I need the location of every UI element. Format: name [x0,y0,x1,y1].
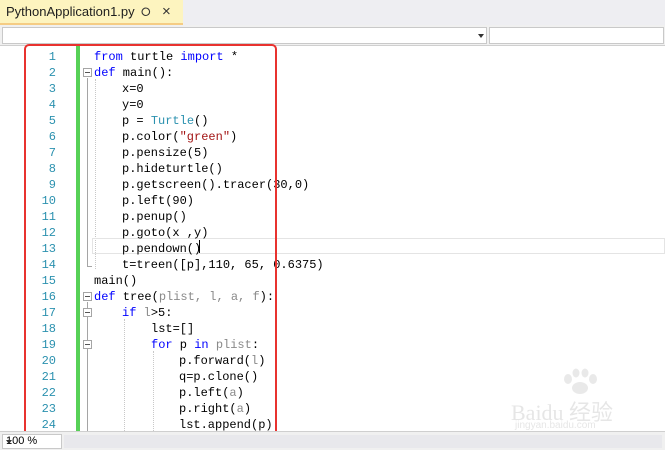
code-line-19: for p in plist: [151,338,260,352]
code-line-11: p.penup() [122,210,187,224]
line-number: 16 [41,290,56,304]
line-number: 2 [48,66,56,80]
line-number: 17 [41,306,56,320]
code-line-12: p.goto(x ,y) [122,226,209,240]
parameter-token: plist, l, a, f [158,290,260,304]
line-number: 12 [41,226,56,240]
line-number: 21 [41,370,56,384]
line-number: 18 [41,322,56,336]
line-number: 19 [41,338,56,352]
keyword-token: if [122,306,137,320]
code-line-18: lst=[] [151,322,195,336]
line-number: 3 [48,82,56,96]
line-number: 5 [48,114,56,128]
outline-line [87,302,88,431]
code-line-14: t=treen([p],110, 65, 0.6375) [122,258,324,272]
line-number: 10 [41,194,56,208]
pin-icon[interactable]: ⭘ [141,5,151,20]
code-line-22: p.left(a) [179,386,244,400]
code-line-9: p.getscreen().tracer(30,0) [122,178,310,192]
keyword-token: import [180,50,224,64]
code-line-10: p.left(90) [122,194,195,208]
line-number: 1 [48,50,56,64]
code-line-24: lst.append(p) [179,418,273,431]
line-number: 9 [48,178,56,192]
document-tab[interactable]: PythonApplication1.py ⭘ × [0,0,183,25]
member-dropdown[interactable] [489,27,664,44]
zoom-dropdown[interactable]: 100 % [2,434,62,449]
text-caret [199,240,200,253]
code-line-21: q=p.clone() [179,370,259,384]
indent-guide [124,319,125,431]
document-tab-title: PythonApplication1.py [6,4,135,19]
editor-bottom-bar: 100 % [0,431,665,450]
keyword-token: def [94,66,116,80]
keyword-token: from [94,50,123,64]
close-icon[interactable]: × [162,3,171,20]
collapse-icon[interactable] [83,68,92,77]
parameter-token: a [236,402,244,416]
parameter-token: plist [215,338,252,352]
outline-line [87,78,88,266]
code-line-16: def tree(plist, l, a, f): [94,290,275,304]
baidu-watermark: Baidu 经验 jingyan.baidu.com [505,368,655,435]
keyword-token: for [151,338,173,352]
outline-line [87,266,92,267]
code-line-13: p.pendown() [122,242,202,256]
code-line-3: x=0 [122,82,144,96]
keyword-token: in [194,338,209,352]
parameter-token: l [251,354,259,368]
line-number: 4 [48,98,56,112]
chevron-down-icon [478,34,484,38]
line-number: 20 [41,354,56,368]
line-number: 24 [41,418,56,431]
line-number: 7 [48,146,56,160]
collapse-icon[interactable] [83,340,92,349]
code-line-2: def main(): [94,66,174,80]
code-line-20: p.forward(l) [179,354,266,368]
type-token: Turtle [150,114,195,128]
paw-icon [564,368,597,394]
line-number: 15 [41,274,56,288]
watermark-url: jingyan.baidu.com [515,420,596,431]
horizontal-scrollbar[interactable] [64,435,662,448]
keyword-token: def [94,290,116,304]
line-number: 23 [41,402,56,416]
code-line-6: p.color("green") [122,130,238,144]
line-number: 13 [41,242,56,256]
code-line-23: p.right(a) [179,402,252,416]
chevron-down-icon [6,440,12,444]
change-tracking-bar [76,46,80,431]
collapse-icon[interactable] [83,308,92,317]
code-line-8: p.hideturtle() [122,162,223,176]
navigation-bar [0,25,665,46]
code-line-7: p.pensize(5) [122,146,209,160]
string-token: "green" [179,130,231,144]
code-line-15: main() [94,274,138,288]
line-number: 8 [48,162,56,176]
type-dropdown[interactable] [2,27,487,44]
code-line-5: p = Turtle() [122,114,209,128]
line-number: 14 [41,258,56,272]
parameter-token: a [229,386,237,400]
parameter-token: l [143,306,151,320]
line-number: 22 [41,386,56,400]
document-tab-strip: PythonApplication1.py ⭘ × [0,0,665,25]
line-number: 11 [41,210,56,224]
collapse-icon[interactable] [83,292,92,301]
line-number-gutter: 1 2 3 4 5 6 7 8 9 10 11 12 13 14 15 16 1… [0,46,62,431]
code-line-17: if l>5: [122,306,173,320]
line-number: 6 [48,130,56,144]
code-line-4: y=0 [122,98,144,112]
code-line-1: from turtle import * [94,50,239,64]
indent-guide [153,351,154,431]
